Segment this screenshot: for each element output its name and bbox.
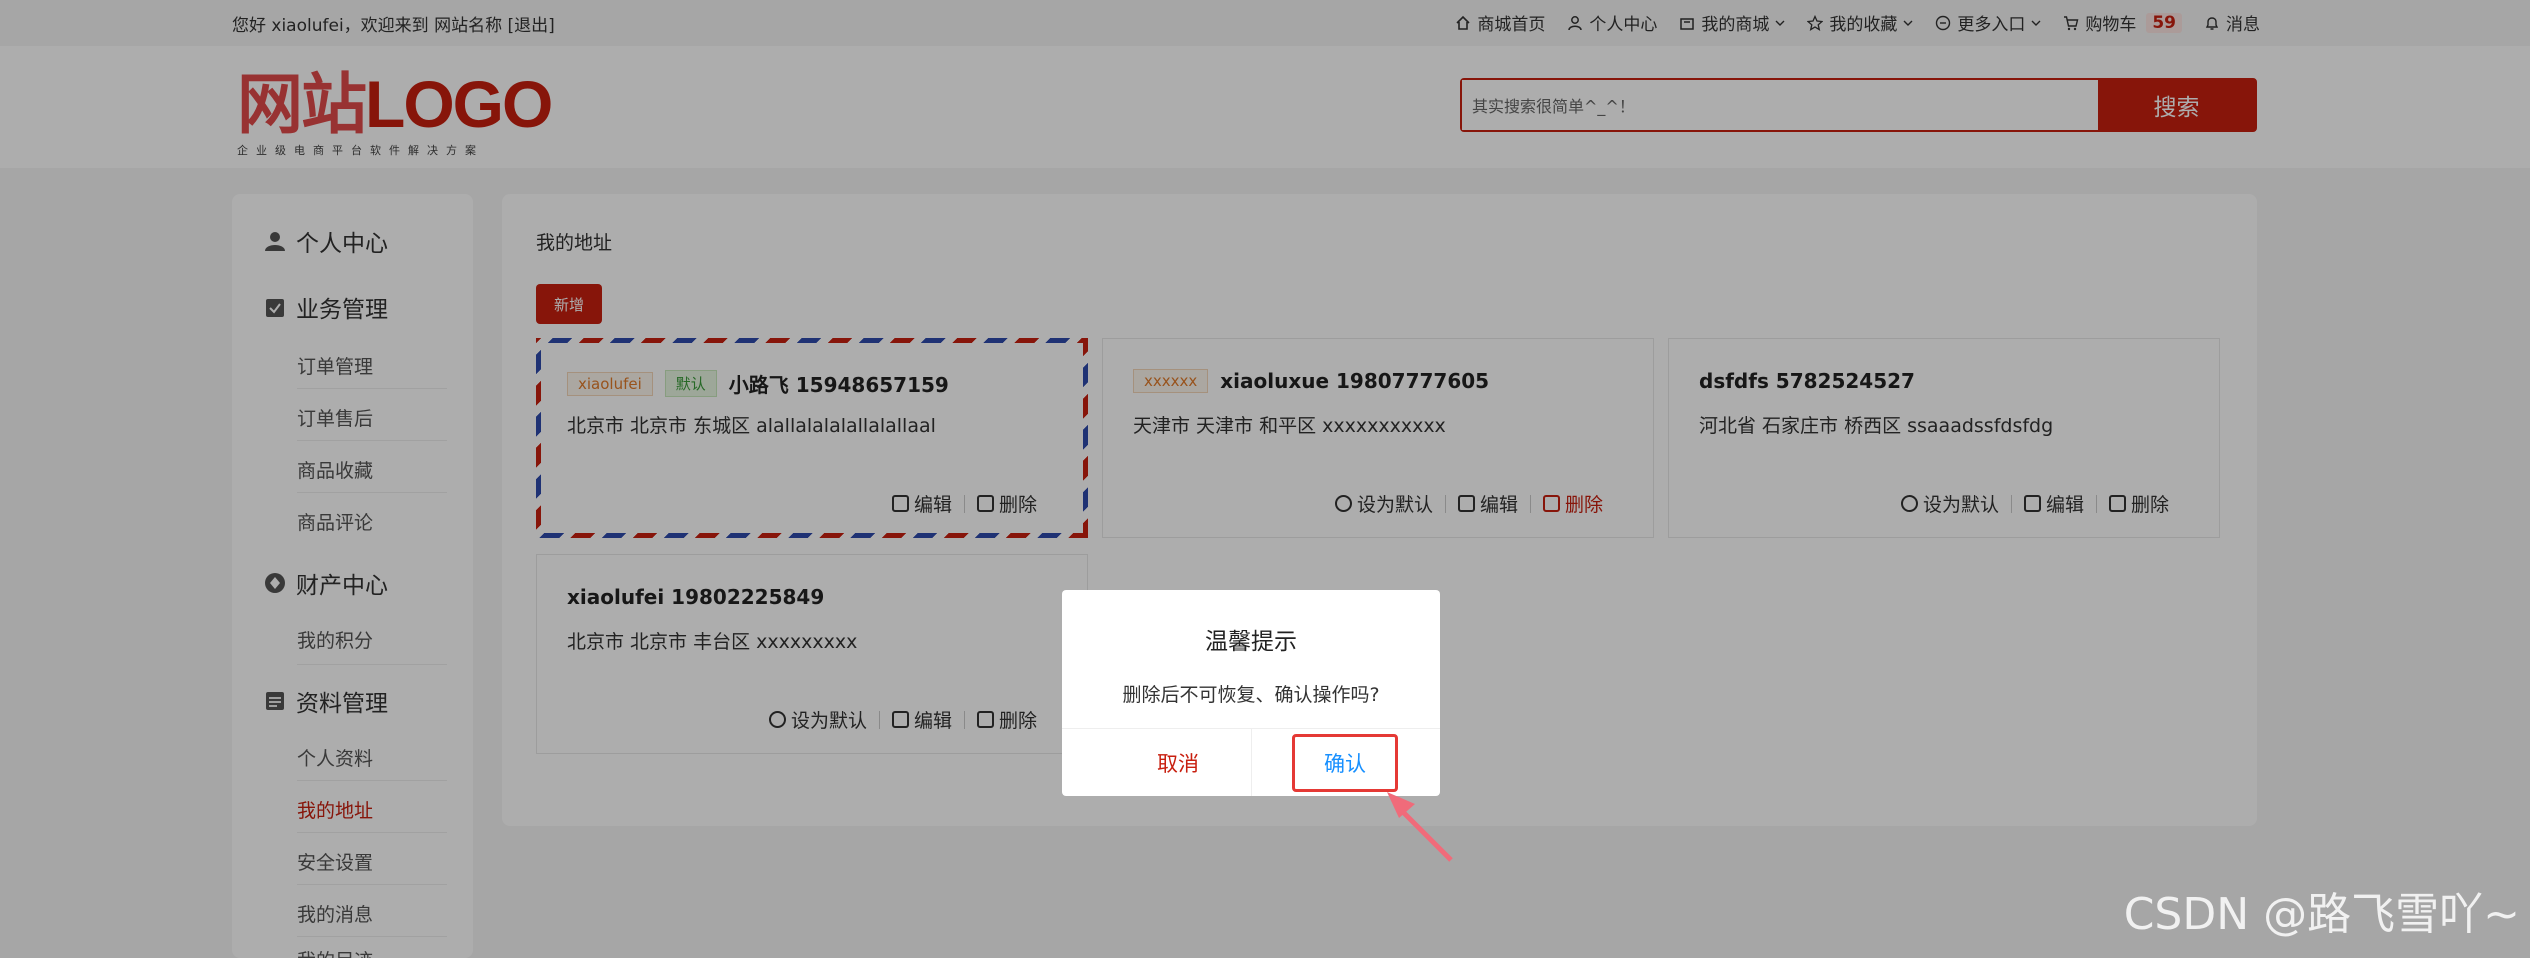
- divider: [1251, 728, 1252, 796]
- confirm-dialog: 温馨提示 删除后不可恢复、确认操作吗? 取消 确认: [1062, 590, 1440, 796]
- pointer-arrow-icon: [1387, 792, 1453, 862]
- cancel-button[interactable]: 取消: [1157, 748, 1199, 778]
- watermark: CSDN @路飞雪吖~: [2123, 889, 2520, 940]
- dialog-title: 温馨提示: [1205, 629, 1297, 655]
- dialog-message: 删除后不可恢复、确认操作吗?: [1122, 684, 1380, 706]
- confirm-button[interactable]: 确认: [1292, 734, 1398, 792]
- modal-overlay[interactable]: [0, 0, 2530, 958]
